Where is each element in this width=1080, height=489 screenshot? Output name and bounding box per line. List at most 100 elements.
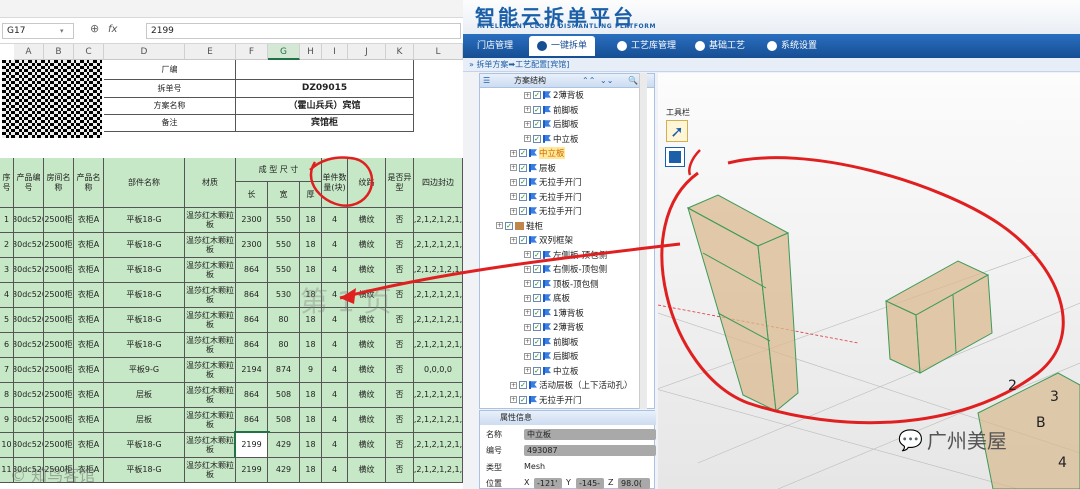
table-cell[interactable]: 1 xyxy=(0,208,14,233)
column-header-j[interactable]: J xyxy=(348,44,386,60)
tree-node[interactable]: + ✓ 中立板 xyxy=(480,132,654,147)
checkbox-icon[interactable]: ✓ xyxy=(533,134,541,143)
info-value[interactable] xyxy=(236,60,414,80)
table-cell[interactable]: 否 xyxy=(386,208,414,233)
tree-node[interactable]: + ✓ 右侧板-顶包侧 xyxy=(480,262,654,277)
table-cell[interactable]: 温莎红木颗粒板 xyxy=(185,408,236,433)
table-cell[interactable]: 横纹 xyxy=(348,458,386,483)
table-cell[interactable]: 4 xyxy=(322,358,348,383)
pos-y-value[interactable]: -145- xyxy=(576,478,604,489)
table-cell[interactable]: 温莎红木颗粒板 xyxy=(185,233,236,258)
table-cell[interactable]: 9 xyxy=(0,408,14,433)
table-cell[interactable]: 衣柜A xyxy=(74,233,104,258)
table-cell[interactable]: a80dc520- xyxy=(14,283,44,308)
table-cell[interactable]: 2500柜 xyxy=(44,233,74,258)
table-cell[interactable]: 3 xyxy=(0,258,14,283)
checkbox-icon[interactable]: ✓ xyxy=(533,352,541,361)
checkbox-icon[interactable]: ✓ xyxy=(533,120,541,129)
checkbox-icon[interactable]: ✓ xyxy=(519,207,527,216)
expand-icon[interactable]: + xyxy=(524,251,531,259)
table-cell[interactable]: 550 xyxy=(268,233,300,258)
table-cell[interactable]: 温莎红木颗粒板 xyxy=(185,283,236,308)
table-cell[interactable]: 温莎红木颗粒板 xyxy=(185,458,236,483)
expand-icon[interactable]: + xyxy=(510,149,517,157)
table-cell[interactable]: 80 xyxy=(268,333,300,358)
table-cell[interactable]: 平板18-G xyxy=(104,333,185,358)
table-cell[interactable]: 4 xyxy=(322,408,348,433)
checkbox-icon[interactable]: ✓ xyxy=(533,366,541,375)
table-cell[interactable]: 18 xyxy=(300,383,322,408)
table-cell[interactable]: 1,2,1,2,1,2,1,2 xyxy=(414,458,463,483)
table-cell[interactable]: 2 xyxy=(0,233,14,258)
table-cell[interactable]: 1,2,1,2,1,2,1,2 xyxy=(414,283,463,308)
checkbox-icon[interactable]: ✓ xyxy=(519,381,527,390)
header-cell[interactable]: 房间名称 xyxy=(44,158,74,208)
expand-icon[interactable]: + xyxy=(524,309,531,317)
table-cell[interactable]: 横纹 xyxy=(348,208,386,233)
checkbox-icon[interactable]: ✓ xyxy=(533,105,541,114)
tree-node[interactable]: + ✓ 后脚板 xyxy=(480,349,654,364)
table-cell[interactable]: 平板18-G xyxy=(104,233,185,258)
table-cell[interactable]: 874 xyxy=(268,358,300,383)
tree-node[interactable]: +✓ 无拉手开门 xyxy=(480,204,654,219)
table-cell[interactable]: 2500柜 xyxy=(44,308,74,333)
column-header-d[interactable]: D xyxy=(104,44,185,60)
table-cell[interactable]: 平板18-G xyxy=(104,458,185,483)
header-cell[interactable]: 纹路 xyxy=(348,158,386,208)
table-cell[interactable]: 温莎红木颗粒板 xyxy=(185,258,236,283)
header-cell[interactable]: 序号 xyxy=(0,158,14,208)
expand-icon[interactable]: + xyxy=(524,323,531,331)
table-cell[interactable]: 2500柜 xyxy=(44,283,74,308)
zoom-icon[interactable]: ⊕ xyxy=(90,22,99,35)
header-cell[interactable]: 长 xyxy=(236,182,268,208)
table-cell[interactable]: 18 xyxy=(300,433,322,458)
pos-z-value[interactable]: 98.0( xyxy=(618,478,650,489)
table-cell[interactable]: a80dc520- xyxy=(14,408,44,433)
expand-icon[interactable]: + xyxy=(524,352,531,360)
table-cell[interactable]: 横纹 xyxy=(348,408,386,433)
expand-icon[interactable]: + xyxy=(524,120,531,128)
table-cell[interactable]: 层板 xyxy=(104,408,185,433)
tree-node[interactable]: + ✓ 1薄背板 xyxy=(480,306,654,321)
expand-icon[interactable]: + xyxy=(524,91,531,99)
header-cell[interactable]: 是否异型 xyxy=(386,158,414,208)
search-icon[interactable]: 🔍 xyxy=(628,74,638,88)
tree-node[interactable]: + ✓ 2薄背板 xyxy=(480,88,654,103)
3d-viewport[interactable]: 工具栏 ➚ 2 3 B 4 💬 广州美屋 xyxy=(658,73,1080,489)
table-cell[interactable]: a80dc520- xyxy=(14,333,44,358)
table-cell[interactable]: 864 xyxy=(236,308,268,333)
table-cell[interactable]: 4 xyxy=(322,433,348,458)
nav-system-settings[interactable]: 系统设置 xyxy=(759,36,825,56)
table-cell[interactable]: 否 xyxy=(386,233,414,258)
expand-icon[interactable]: + xyxy=(524,280,531,288)
table-cell[interactable]: 864 xyxy=(236,408,268,433)
checkbox-icon[interactable]: ✓ xyxy=(505,221,513,230)
table-cell[interactable]: 平板18-G xyxy=(104,208,185,233)
tree-node[interactable]: + ✓ 前脚板 xyxy=(480,335,654,350)
nav-basic-process[interactable]: 基础工艺 xyxy=(687,36,753,56)
checkbox-icon[interactable]: ✓ xyxy=(533,308,541,317)
info-label[interactable]: 拆单号 xyxy=(104,80,236,98)
table-cell[interactable]: 衣柜A xyxy=(74,208,104,233)
shoe-cabinet-model[interactable] xyxy=(884,260,993,374)
checkbox-icon[interactable]: ✓ xyxy=(533,91,541,100)
tree-node[interactable]: + ✓ 底板 xyxy=(480,291,654,306)
checkbox-icon[interactable]: ✓ xyxy=(519,149,527,158)
header-cell[interactable]: 厚 xyxy=(300,182,322,208)
column-header-c[interactable]: C xyxy=(74,44,104,60)
breadcrumb-text[interactable]: 拆单方案➡工艺配置[宾馆] xyxy=(476,60,569,69)
table-cell[interactable]: 4 xyxy=(322,333,348,358)
table-cell[interactable]: 平板18-G xyxy=(104,258,185,283)
header-cell[interactable]: 宽 xyxy=(268,182,300,208)
expand-icon[interactable]: + xyxy=(510,164,517,172)
table-cell[interactable]: 衣柜A xyxy=(74,408,104,433)
nav-one-click-split[interactable]: 一键拆单 xyxy=(529,36,596,56)
table-cell[interactable]: 1,2,1,2,1,2,1,2 xyxy=(414,233,463,258)
column-header-a[interactable]: A xyxy=(14,44,44,60)
tree-node[interactable]: + ✓ 顶板-顶包侧 xyxy=(480,277,654,292)
expand-icon[interactable]: + xyxy=(524,367,531,375)
table-cell[interactable]: 429 xyxy=(268,458,300,483)
checkbox-icon[interactable]: ✓ xyxy=(533,279,541,288)
menu-icon[interactable]: ☰ xyxy=(483,74,490,88)
table-cell[interactable]: 1,2,1,2,1,2,1,2 xyxy=(414,383,463,408)
